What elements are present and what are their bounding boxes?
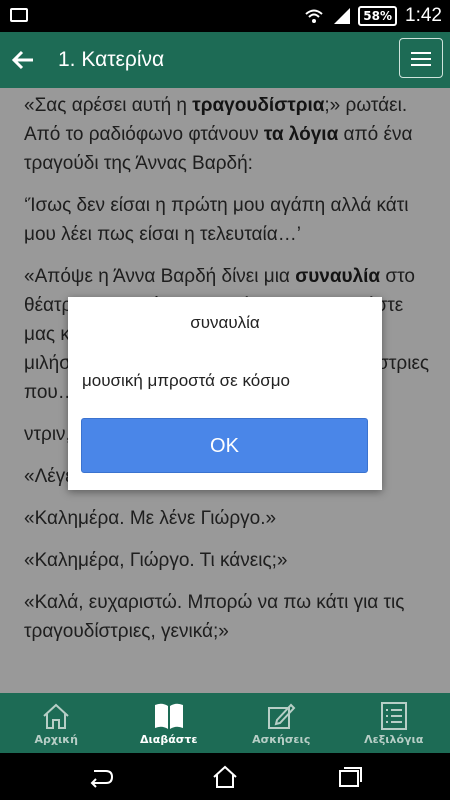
ok-button[interactable]: OK bbox=[81, 418, 368, 473]
list-icon bbox=[380, 702, 407, 730]
nav-item-vocabulary[interactable]: Λεξιλόγια bbox=[338, 693, 450, 753]
status-bar: 58% 1:42 bbox=[0, 0, 450, 32]
system-back-button[interactable] bbox=[86, 765, 114, 789]
recents-icon bbox=[339, 767, 362, 787]
nav-label: Αρχική bbox=[34, 733, 78, 746]
battery-indicator: 58% bbox=[358, 6, 398, 26]
nav-label: Ασκήσεις bbox=[252, 733, 311, 746]
gallery-notification-icon bbox=[10, 8, 28, 22]
nav-label: Λεξιλόγια bbox=[364, 733, 424, 746]
page-title: 1. Κατερίνα bbox=[58, 48, 165, 71]
dialog-title: συναυλία bbox=[190, 313, 260, 332]
home-icon bbox=[43, 703, 69, 729]
system-recents-button[interactable] bbox=[336, 765, 364, 789]
system-navigation-bar bbox=[0, 753, 450, 800]
menu-icon-line bbox=[411, 64, 431, 66]
status-icons: 58% 1:42 bbox=[304, 0, 442, 32]
wifi-icon bbox=[305, 9, 323, 23]
back-button[interactable] bbox=[8, 42, 38, 78]
nav-label: Διαβάστε bbox=[140, 733, 198, 746]
edit-icon bbox=[268, 703, 296, 729]
dialog-message: μουσική μπροστά σε κόσμο bbox=[82, 371, 290, 390]
menu-button[interactable] bbox=[399, 38, 443, 78]
menu-icon-line bbox=[411, 58, 431, 60]
word-definition-dialog: συναυλία μουσική μπροστά σε κόσμο OK bbox=[68, 297, 382, 490]
clock: 1:42 bbox=[405, 5, 442, 26]
back-arrow-icon bbox=[11, 50, 33, 70]
system-home-button[interactable] bbox=[211, 765, 239, 789]
app-bar: 1. Κατερίνα bbox=[0, 32, 450, 88]
nav-item-exercises[interactable]: Ασκήσεις bbox=[225, 693, 338, 753]
home-outline-icon bbox=[213, 765, 237, 788]
back-icon bbox=[90, 770, 114, 788]
bottom-navigation: Αρχική Διαβάστε Ασκήσεις Λεξιλόγια bbox=[0, 693, 450, 753]
signal-icon bbox=[334, 8, 351, 24]
book-icon bbox=[154, 703, 183, 729]
menu-icon bbox=[411, 52, 431, 54]
nav-item-read[interactable]: Διαβάστε bbox=[113, 693, 226, 753]
nav-item-home[interactable]: Αρχική bbox=[0, 693, 113, 753]
